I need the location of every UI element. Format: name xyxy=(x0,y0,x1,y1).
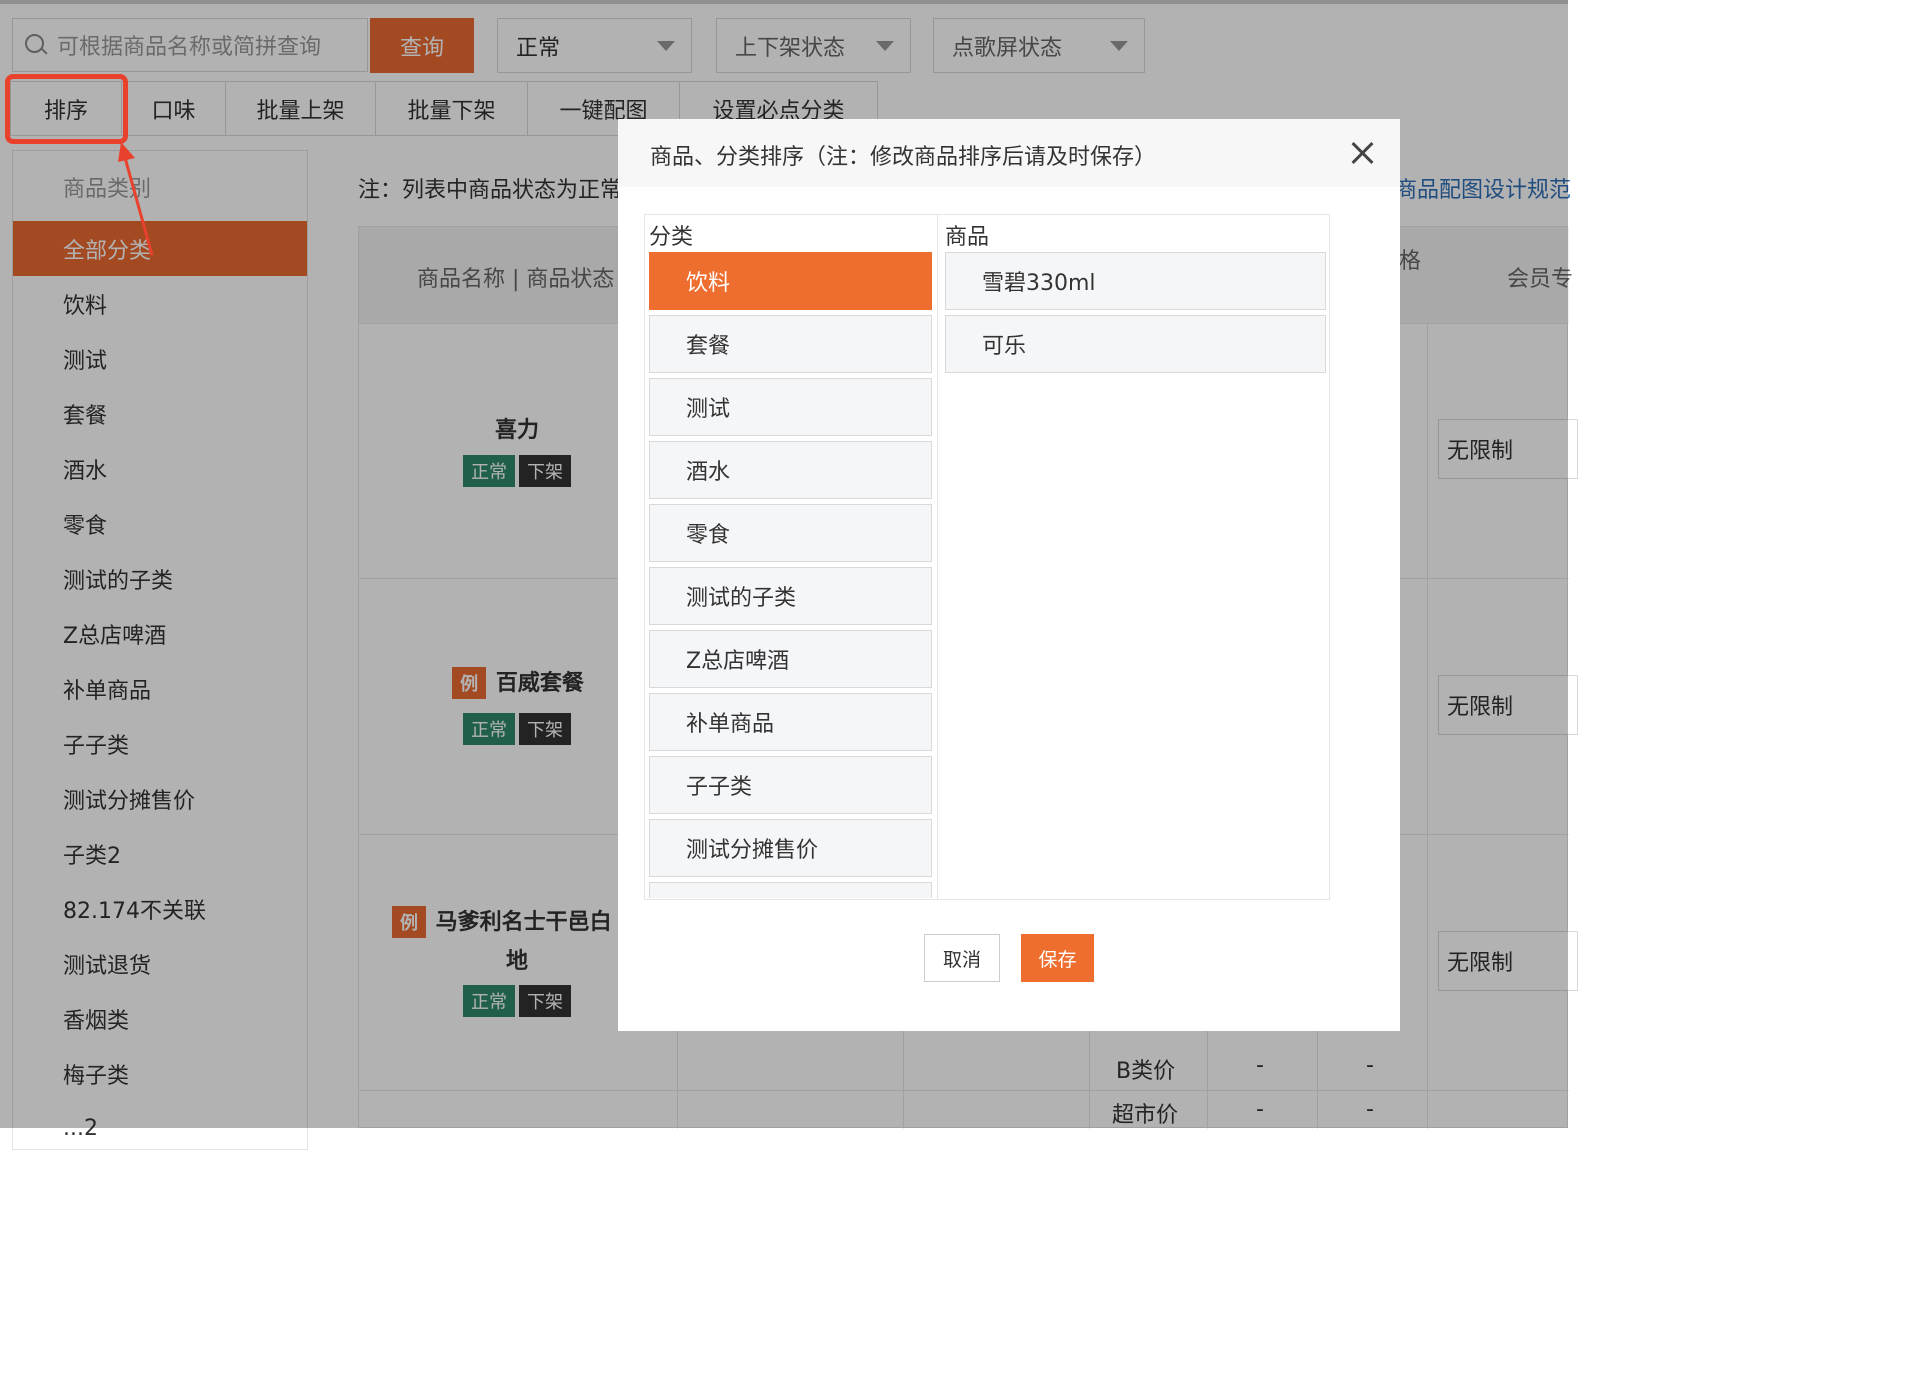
sort-category-item[interactable]: 补单商品 xyxy=(649,693,932,751)
sort-category-item[interactable]: 套餐 xyxy=(649,315,932,373)
sort-product-item[interactable]: 可乐 xyxy=(945,315,1326,373)
sort-modal: 商品、分类排序（注：修改商品排序后请及时保存） 分类 商品 饮料 套餐 测试 酒… xyxy=(618,119,1400,1031)
sort-category-item[interactable]: 测试 xyxy=(649,378,932,436)
sort-category-item[interactable]: 测试的子类 xyxy=(649,567,932,625)
sort-category-item[interactable]: 测试分摊售价 xyxy=(649,819,932,877)
sort-category-item[interactable]: 子类 xyxy=(649,882,932,898)
sort-panel: 分类 商品 饮料 套餐 测试 酒水 零食 测试的子类 Z总店啤酒 补单商品 子子… xyxy=(644,214,1330,900)
save-button[interactable]: 保存 xyxy=(1021,934,1094,982)
sort-category-item[interactable]: Z总店啤酒 xyxy=(649,630,932,688)
highlight-box xyxy=(5,74,128,144)
product-column-label: 商品 xyxy=(945,225,990,250)
sort-category-item[interactable]: 零食 xyxy=(649,504,932,562)
sort-product-item[interactable]: 雪碧330ml xyxy=(945,252,1326,310)
category-sort-list[interactable]: 饮料 套餐 测试 酒水 零食 测试的子类 Z总店啤酒 补单商品 子子类 测试分摊… xyxy=(649,252,935,898)
category-column-label: 分类 xyxy=(649,225,694,250)
sort-category-item[interactable]: 酒水 xyxy=(649,441,932,499)
annotation-arrow-icon xyxy=(118,142,154,256)
close-icon[interactable] xyxy=(1350,141,1374,165)
modal-title: 商品、分类排序（注：修改商品排序后请及时保存） xyxy=(650,145,1157,170)
sort-category-item[interactable]: 饮料 xyxy=(649,252,932,310)
sort-category-item[interactable]: 子子类 xyxy=(649,756,932,814)
cancel-button[interactable]: 取消 xyxy=(924,934,1000,982)
